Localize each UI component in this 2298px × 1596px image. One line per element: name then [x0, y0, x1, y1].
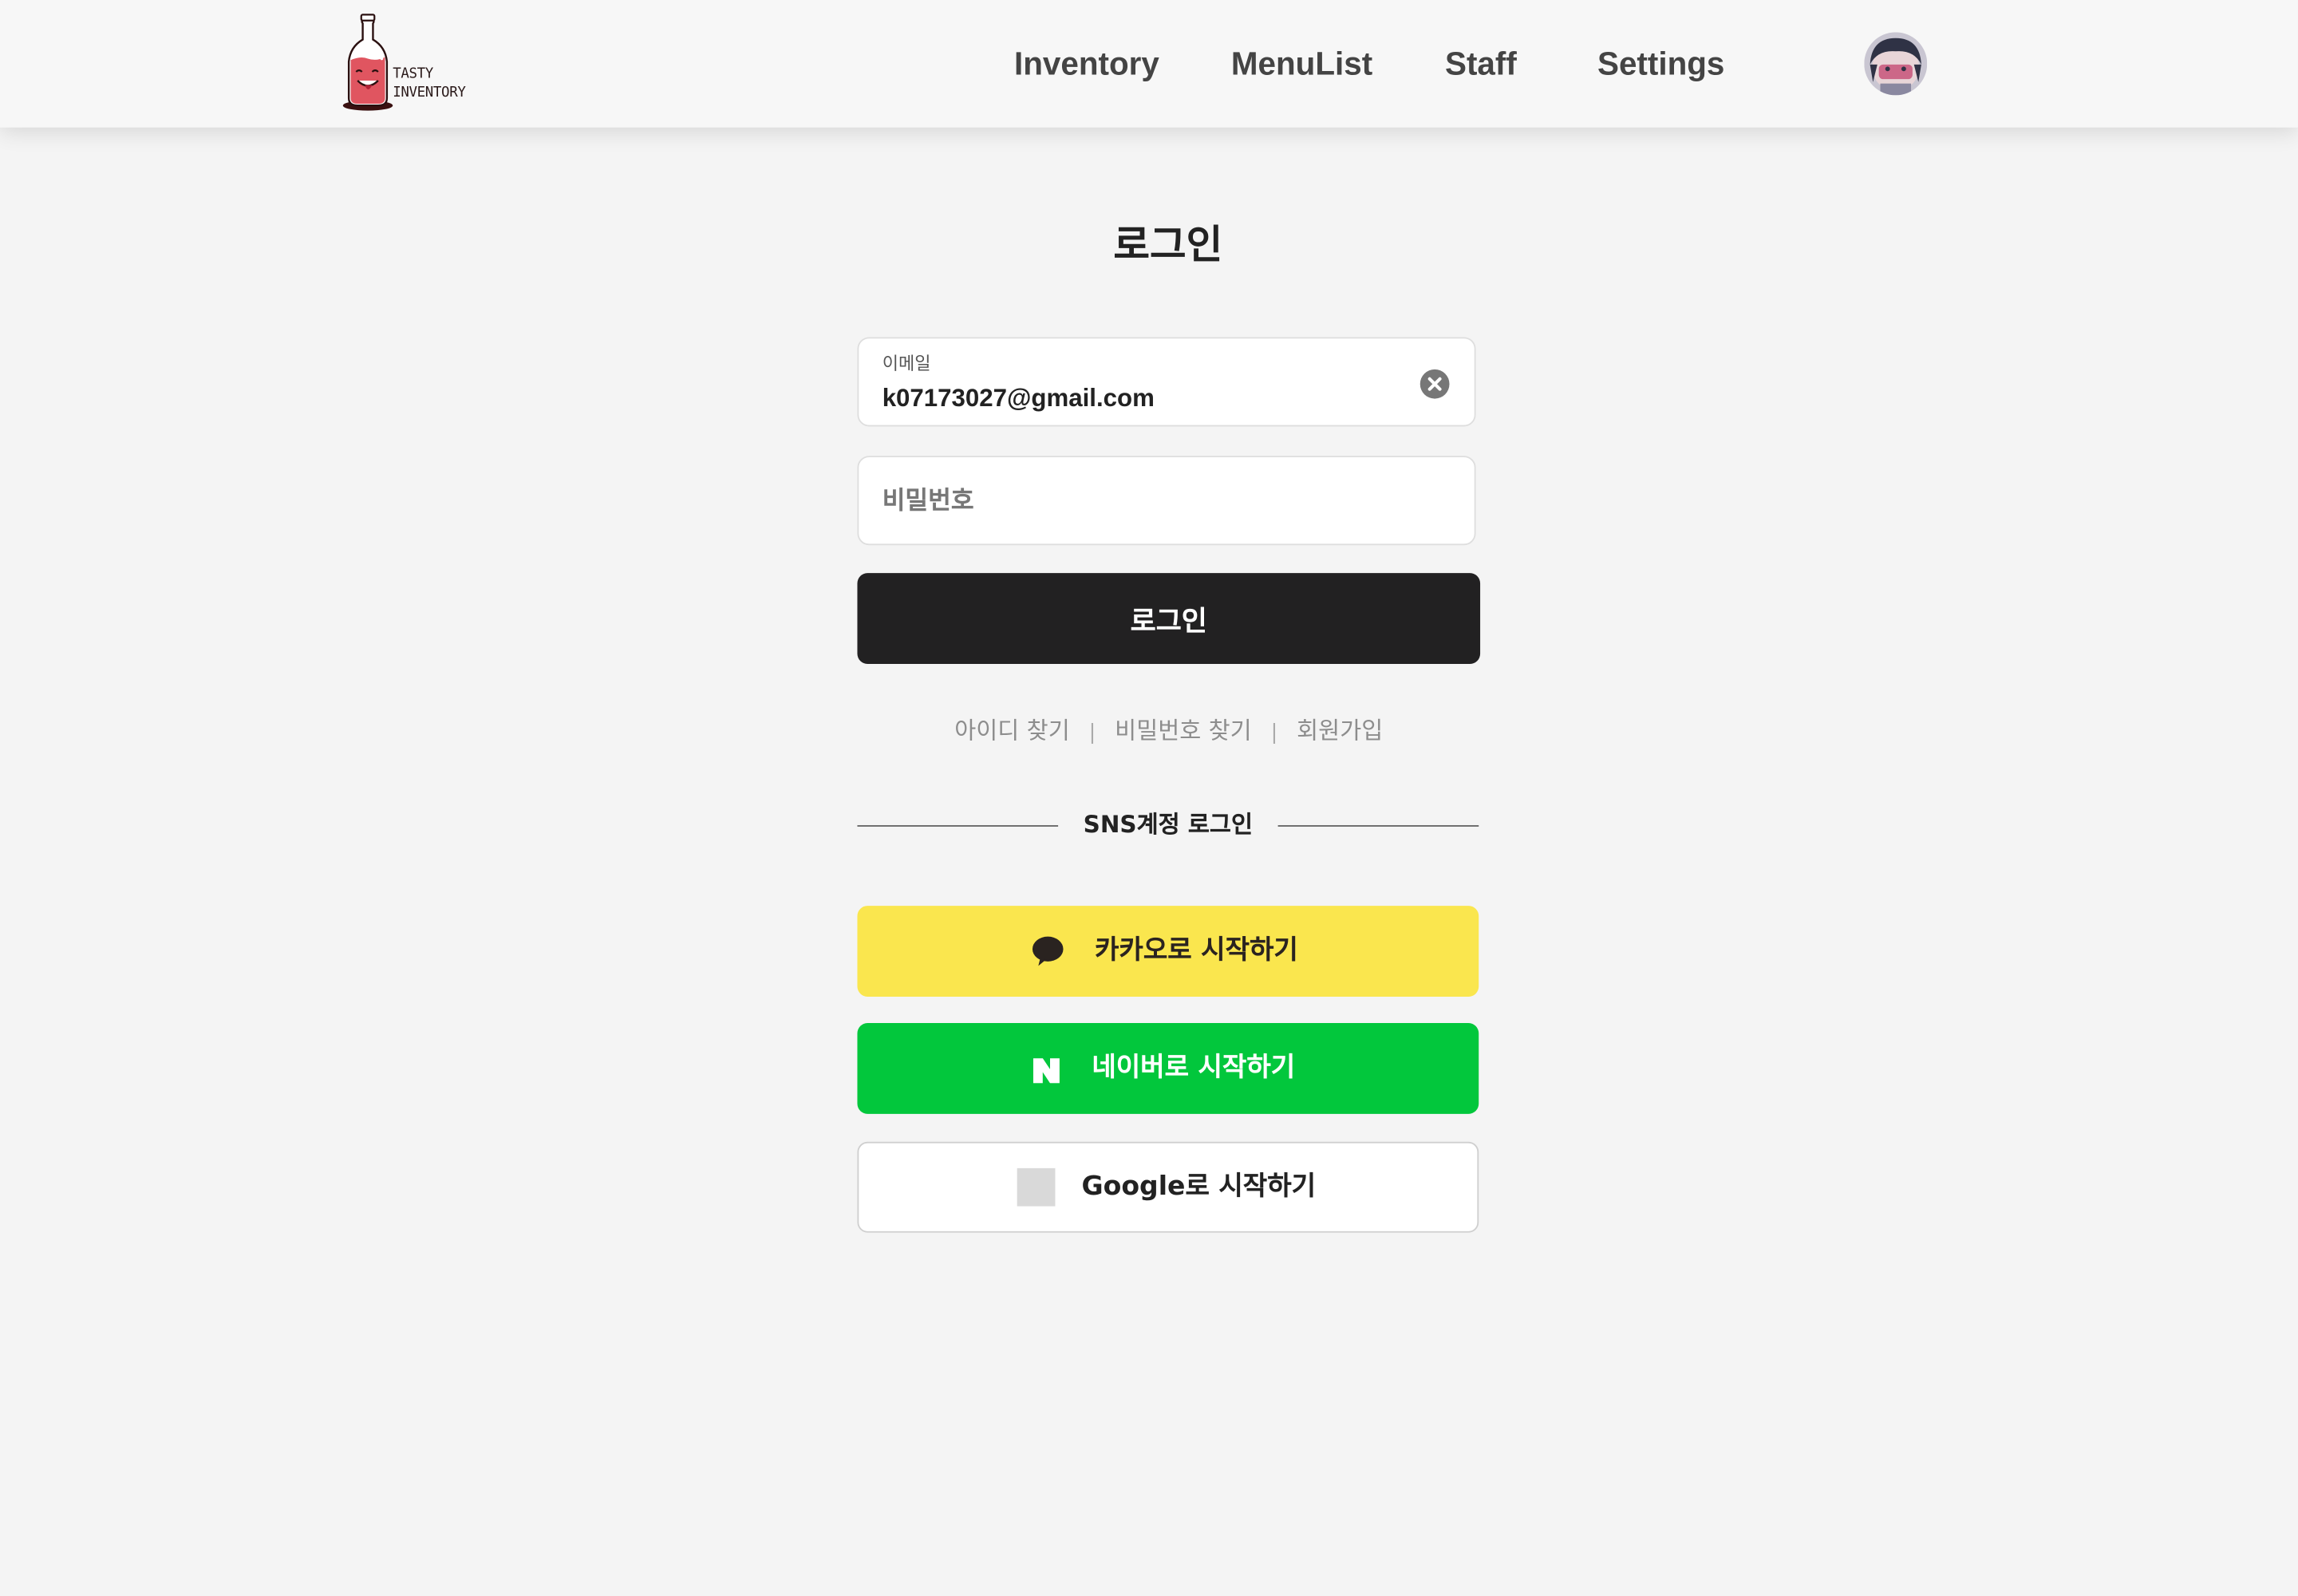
signup-link[interactable]: 회원가입 — [1297, 717, 1383, 745]
link-separator: | — [1088, 721, 1096, 745]
top-navigation-bar: TASTY INVENTORY Inventory MenuList Staff… — [0, 0, 2298, 128]
account-links: 아이디 찾기 | 비밀번호 찾기 | 회원가입 — [857, 713, 1480, 751]
email-input[interactable] — [882, 382, 1396, 415]
page-title: 로그인 — [1113, 223, 1223, 269]
find-id-link[interactable]: 아이디 찾기 — [954, 717, 1070, 745]
nav-settings[interactable]: Settings — [1597, 44, 1724, 85]
find-password-link[interactable]: 비밀번호 찾기 — [1115, 717, 1252, 745]
user-avatar[interactable] — [1864, 32, 1928, 96]
kakao-login-label: 카카오로 시작하기 — [1095, 934, 1298, 966]
logo-wordmark: TASTY INVENTORY — [393, 65, 466, 103]
logo-line-2: INVENTORY — [393, 85, 466, 101]
sns-login-divider-label: SNS계정 로그인 — [1083, 810, 1254, 839]
avatar-image — [1864, 32, 1928, 96]
link-separator: | — [1270, 721, 1278, 745]
tasty-inventory-logo[interactable]: TASTY INVENTORY — [340, 14, 487, 117]
bottle-mascot-icon — [342, 14, 393, 111]
login-button[interactable]: 로그인 — [857, 573, 1481, 665]
password-input[interactable] — [882, 484, 1439, 519]
google-icon — [1017, 1167, 1056, 1207]
nav-inventory[interactable]: Inventory — [1014, 44, 1159, 85]
naver-login-button[interactable]: 네이버로 시작하기 — [857, 1023, 1479, 1114]
logo-line-1: TASTY — [393, 65, 433, 82]
nav-staff[interactable]: Staff — [1445, 44, 1517, 85]
google-login-label: Google로 시작하기 — [1081, 1171, 1317, 1203]
clear-email-button[interactable] — [1419, 369, 1450, 399]
email-label: 이메일 — [882, 353, 931, 374]
divider-line-left — [857, 825, 1059, 827]
divider-line-right — [1277, 825, 1479, 827]
close-icon — [1427, 377, 1442, 391]
kakao-chat-icon — [1032, 936, 1064, 966]
naver-n-icon — [1033, 1058, 1060, 1084]
naver-login-label: 네이버로 시작하기 — [1092, 1052, 1296, 1084]
email-field[interactable]: 이메일 — [857, 337, 1476, 427]
google-login-button[interactable]: Google로 시작하기 — [857, 1141, 1479, 1233]
nav-menulist[interactable]: MenuList — [1231, 44, 1372, 85]
password-field[interactable] — [857, 456, 1476, 546]
kakao-login-button[interactable]: 카카오로 시작하기 — [857, 906, 1479, 997]
